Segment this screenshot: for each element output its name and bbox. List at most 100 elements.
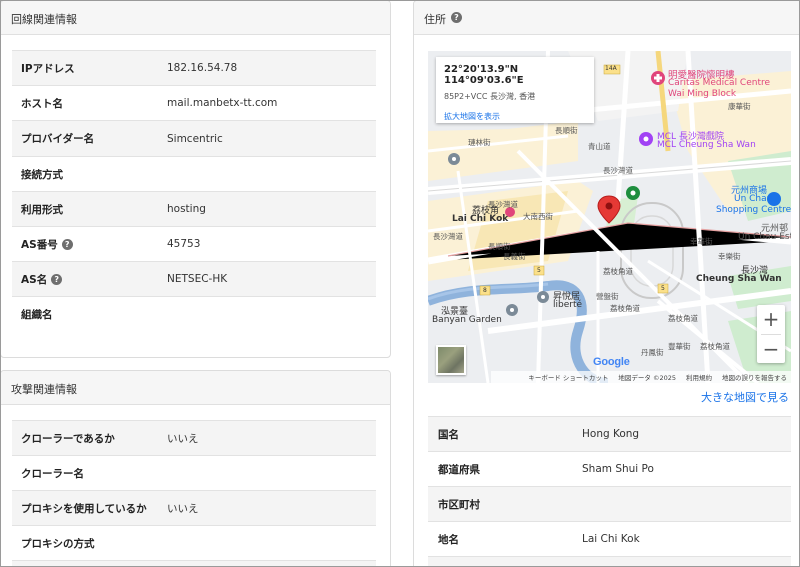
map-label: 幸樂街	[718, 252, 741, 261]
row-key: クローラー名	[21, 467, 84, 480]
table-row: クローラーであるか いいえ	[12, 421, 376, 456]
map-label: 5	[537, 267, 541, 274]
map-label: 幸華街	[690, 237, 713, 246]
line-info-title: 回線関連情報	[11, 13, 77, 26]
enlarge-map-link[interactable]: 拡大地図を表示	[444, 111, 586, 122]
row-value: mail.manbetx-tt.com	[167, 97, 278, 109]
map-label: 長沙灣道	[433, 232, 463, 241]
map-label: Cheung Sha Wan	[696, 274, 782, 284]
line-info-table: IPアドレス 182.16.54.78 ホスト名 mail.manbetx-tt…	[12, 50, 376, 332]
map-label: 長義街	[503, 252, 526, 261]
google-logo: Google	[593, 356, 630, 368]
map-label: 荔枝角道	[700, 342, 730, 351]
attack-info-title: 攻撃関連情報	[11, 383, 77, 396]
map-label: Wai Ming Block	[668, 89, 737, 99]
table-row: AS名? NETSEC-HK	[12, 262, 376, 297]
table-row: プロバイダー名 Simcentric	[12, 121, 376, 157]
row-key: 利用形式	[21, 203, 63, 216]
map-data-credit: 地図データ ©2025	[618, 374, 676, 382]
address-table: 国名 Hong Kong 都道府県 Sham Shui Po 市区町村 地名 L…	[428, 416, 791, 566]
help-icon[interactable]: ?	[61, 238, 73, 250]
row-value: いいえ	[167, 432, 199, 445]
table-row: プロキシを使用しているか いいえ	[12, 491, 376, 526]
map-label: 璉林街	[468, 138, 491, 147]
row-key: クローラーであるか	[21, 432, 115, 445]
address-title: 住所	[424, 13, 446, 26]
table-row: 国名 Hong Kong	[428, 417, 791, 452]
zoom-in-button[interactable]: +	[757, 305, 785, 334]
map-label: 荔枝角道	[603, 267, 633, 276]
map-label: 青山道	[588, 142, 611, 151]
line-info-header: 回線関連情報	[1, 1, 390, 35]
table-row	[12, 561, 376, 566]
row-value: Simcentric	[167, 132, 223, 145]
table-row: 接続方式	[12, 157, 376, 192]
satellite-toggle[interactable]	[436, 345, 466, 375]
table-row: クローラー名	[12, 456, 376, 491]
row-value: Lai Chi Kok	[582, 533, 640, 545]
row-key: AS番号?	[12, 237, 167, 252]
row-value: Hong Kong	[582, 428, 640, 440]
table-row: 都道府県 Sham Shui Po	[428, 452, 791, 487]
address-header: 住所 ?	[414, 1, 799, 35]
map-footer: キーボード ショートカット 地図データ ©2025 利用規約 地図の誤りを報告す…	[491, 371, 791, 383]
map-label: 荔枝角道	[610, 304, 640, 313]
row-key: 国名	[438, 428, 459, 441]
map-label: 8	[483, 287, 487, 294]
table-row: 組織名	[12, 297, 376, 332]
row-key: 接続方式	[21, 168, 63, 181]
map-label: 14A	[605, 65, 617, 72]
row-key: 都道府県	[438, 463, 480, 476]
row-key: ホスト名	[21, 97, 63, 110]
help-icon[interactable]: ?	[51, 273, 63, 285]
zoom-out-button[interactable]: −	[757, 335, 785, 364]
terms-link[interactable]: 利用規約	[686, 372, 712, 382]
map-label: Un Chau Estate	[738, 232, 791, 242]
report-error-link[interactable]: 地図の誤りを報告する	[722, 372, 787, 382]
row-key: AS名?	[12, 272, 167, 287]
map-label: 長順街	[555, 126, 578, 135]
row-key: IPアドレス	[21, 62, 75, 75]
row-key: プロキシの方式	[21, 537, 95, 550]
map-label: 豐華街	[668, 342, 691, 351]
table-row: AS番号? 45753	[12, 227, 376, 262]
map-label: 荔枝角道	[668, 314, 698, 323]
row-value: Sham Shui Po	[582, 463, 654, 475]
map-label: Lai Chi Kok	[452, 214, 509, 224]
row-key: 市区町村	[438, 498, 480, 511]
zoom-control: + −	[757, 305, 785, 363]
row-value: 182.16.54.78	[167, 62, 238, 74]
table-row: プロキシの方式	[12, 526, 376, 561]
row-key: プロバイダー名	[21, 133, 95, 145]
map-info-window: 22°20'13.9"N 114°09'03.6"E 85P2+VCC 長沙灣,…	[436, 57, 594, 123]
map-label: 營盤街	[596, 292, 619, 301]
table-row: ホスト名 mail.manbetx-tt.com	[12, 86, 376, 121]
map-coords: 22°20'13.9"N 114°09'03.6"E	[444, 64, 524, 86]
row-key: プロキシを使用しているか	[21, 502, 147, 515]
table-row: 地名 Lai Chi Kok	[428, 522, 791, 557]
map-label: 長沙灣道	[488, 200, 518, 209]
row-value: いいえ	[167, 502, 199, 515]
help-icon[interactable]: ?	[451, 12, 462, 23]
table-row: IPアドレス 182.16.54.78	[12, 51, 376, 86]
map-label: liberté	[553, 300, 583, 310]
row-value: 45753	[167, 238, 201, 250]
map-label: Un Chau	[734, 194, 773, 204]
map-label: 康華街	[728, 102, 751, 111]
row-value: NETSEC-HK	[167, 273, 228, 285]
row-value: hosting	[167, 203, 206, 215]
table-row: 市区町村	[428, 487, 791, 522]
map-label: 大南西街	[523, 212, 553, 221]
map-label: 丹鳳街	[641, 348, 664, 357]
map[interactable]: 14A 明愛醫院懷明樓 Caritas Medical Centre Wai M…	[428, 51, 791, 383]
attack-info-header: 攻撃関連情報	[1, 371, 390, 405]
table-row	[428, 557, 791, 566]
map-label: 長沙灣道	[603, 166, 633, 175]
map-label: 5	[661, 285, 665, 292]
map-label: Shopping Centre	[716, 205, 791, 215]
keyboard-shortcuts-link[interactable]: キーボード ショートカット	[528, 372, 608, 382]
map-label: MCL Cheung Sha Wan	[657, 140, 756, 150]
big-map-link[interactable]: 大きな地図で見る	[701, 389, 789, 405]
attack-info-table: クローラーであるか いいえ クローラー名 プロキシを使用しているか いいえ プロ…	[12, 420, 376, 566]
table-row: 利用形式 hosting	[12, 192, 376, 227]
